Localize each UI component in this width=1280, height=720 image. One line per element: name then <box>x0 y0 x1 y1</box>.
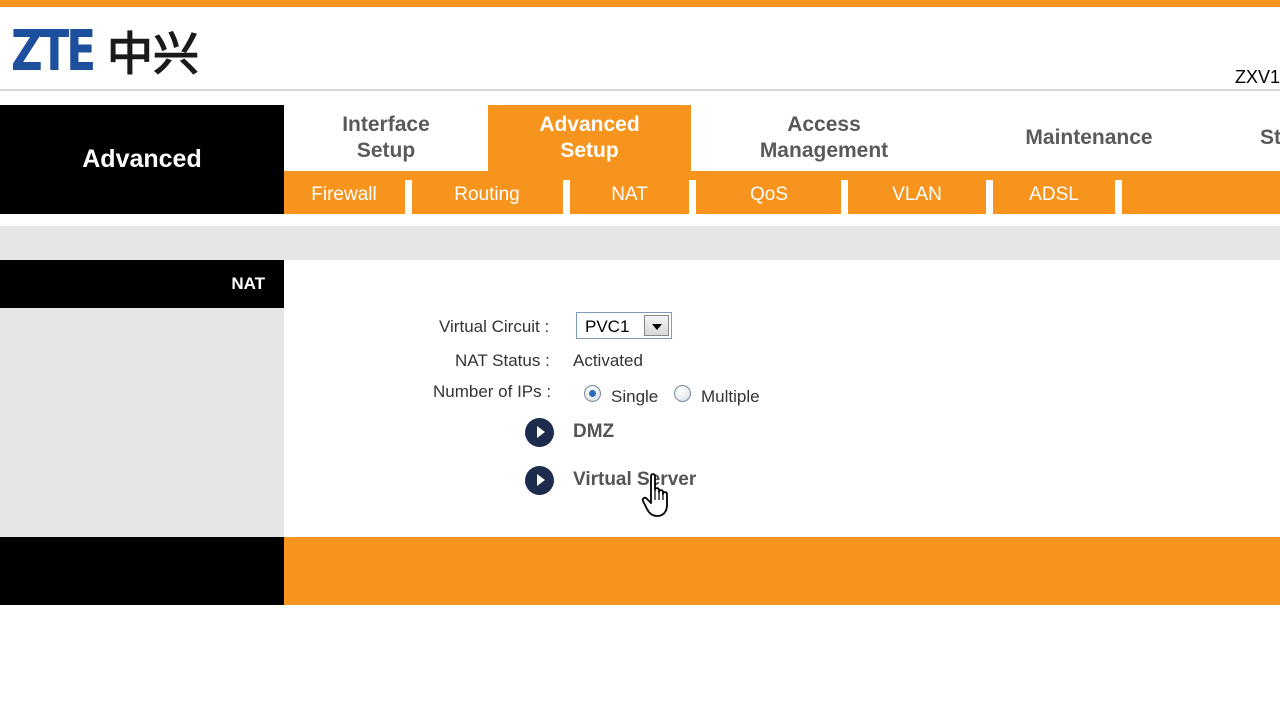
tab-label: Advanced <box>539 113 640 136</box>
header-divider <box>0 89 1280 91</box>
dmz-link[interactable]: DMZ <box>573 421 614 443</box>
tab-status[interactable]: Status <box>1260 105 1280 171</box>
virtual-circuit-value: PVC1 <box>585 317 630 336</box>
subtab-adsl[interactable]: ADSL <box>993 176 1115 214</box>
tab-label: Setup <box>356 139 416 162</box>
radio-multiple[interactable] <box>674 385 691 402</box>
subtab-separator <box>1115 180 1122 214</box>
tab-label: Status <box>1260 126 1280 149</box>
hand-cursor-icon <box>642 473 668 517</box>
radio-single[interactable] <box>584 385 601 402</box>
number-of-ips-label: Number of IPs : <box>433 382 552 401</box>
subtab-qos[interactable]: QoS <box>696 176 842 214</box>
tab-maintenance[interactable]: Maintenance <box>957 105 1221 171</box>
subtab-separator <box>405 180 412 214</box>
arrow-bullet-icon[interactable] <box>525 418 554 447</box>
subtab-nat[interactable]: NAT <box>570 176 689 214</box>
tab-interface-setup[interactable]: Interface Setup <box>284 105 488 171</box>
spacer-band <box>0 226 1280 260</box>
zte-logo: ZTE 中兴 <box>11 19 199 84</box>
device-model: ZXV10 <box>1235 67 1280 87</box>
top-accent-bar <box>0 0 1280 7</box>
tab-label: Management <box>759 139 889 162</box>
nat-status-value: Activated <box>573 351 643 370</box>
virtual-circuit-select[interactable]: PVC1 <box>576 312 672 339</box>
sidebar-panel <box>0 308 284 537</box>
footer-left <box>0 537 284 605</box>
footer-bar <box>284 537 1280 605</box>
sub-nav: Firewall Routing NAT QoS VLAN ADSL <box>284 171 1280 214</box>
nat-status-label: NAT Status : <box>455 351 550 370</box>
tab-label: Interface <box>342 113 430 136</box>
tab-label: Access <box>787 113 861 136</box>
subtab-separator <box>841 180 848 214</box>
tab-access-management[interactable]: Access Management <box>691 105 957 171</box>
subtab-routing[interactable]: Routing <box>412 176 562 214</box>
radio-single-label: Single <box>611 387 659 406</box>
logo-latin-text: ZTE <box>11 18 96 84</box>
subtab-separator <box>563 180 570 214</box>
radio-multiple-label: Multiple <box>701 387 760 406</box>
subtab-firewall[interactable]: Firewall <box>284 176 404 214</box>
tab-advanced-setup[interactable]: Advanced Setup <box>488 105 691 171</box>
subtab-separator <box>986 180 993 214</box>
tab-label: Setup <box>560 139 619 162</box>
logo-cjk-text: 中兴 <box>107 27 199 81</box>
subtab-vlan[interactable]: VLAN <box>848 176 986 214</box>
chevron-down-icon[interactable] <box>644 315 669 336</box>
arrow-bullet-icon[interactable] <box>525 466 554 495</box>
subtab-separator <box>689 180 696 214</box>
main-nav: Interface Setup Advanced Setup Access Manag… <box>284 105 1280 171</box>
tab-label: Maintenance <box>1025 126 1153 149</box>
sidebar-section-title: Advanced <box>0 105 284 214</box>
sidebar-page-title: NAT <box>0 260 284 308</box>
virtual-circuit-label: Virtual Circuit : <box>439 317 550 336</box>
